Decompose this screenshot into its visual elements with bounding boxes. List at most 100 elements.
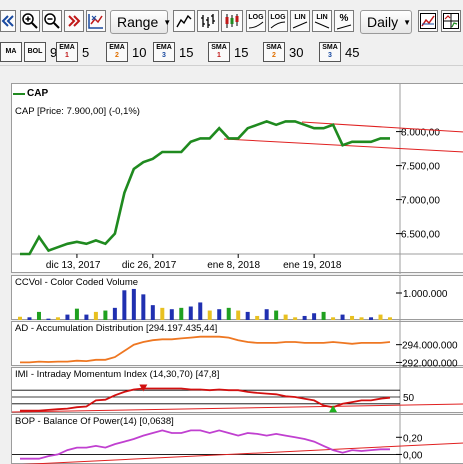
bop-panel[interactable]: 0,20 0,00 BOP - Balance Of Power(14) [0,0… [11,414,463,464]
volume-bar [331,317,336,320]
chart-window: Range ▼ LOG LOG LIN LIN % Daily ▼ MA BOL… [0,0,463,464]
volume-bar [245,311,250,320]
period-dropdown[interactable]: Daily ▼ [360,10,412,34]
vol-y-tick-label: 1.000.000 [403,289,448,300]
ccvol-panel[interactable]: 1.000.000 CCVol - Color Coded Volume [11,275,463,321]
log-scale-alt-button[interactable]: LOG [268,10,288,32]
price-y-tick-label: 6.500,00 [401,230,440,241]
price-series-line [20,120,390,256]
indicator-code: EMA [59,44,75,51]
percent-scale-icon [336,24,352,29]
indicator-bol[interactable]: BOL 9 [24,41,57,63]
legend-swatch [13,92,25,95]
ohlc-bars-icon [201,14,215,28]
volume-bar [131,288,136,320]
zoom-out-button[interactable] [42,10,62,32]
volume-bar [198,302,203,320]
double-chevron-right-icon [68,15,81,27]
indicator-code: EMA [109,44,125,51]
chart-settings-icon [420,13,436,29]
volume-bar [378,314,383,320]
volume-bar [340,314,345,320]
ad-panel[interactable]: 294.000.000 292.000.000 AD - Accumulation… [11,321,463,367]
volume-bar [150,305,155,320]
double-chevron-left-icon [1,15,14,27]
indicator-period: 5 [82,44,90,60]
imi-trend-line [12,403,463,413]
volume-bar [236,310,241,320]
volume-bar [302,315,307,320]
indicator-button[interactable]: MA [0,42,22,62]
imi-y-tick-label: 50 [403,393,415,404]
bar-chart-button[interactable] [197,10,219,32]
chart-legend: CAP [13,88,48,99]
indicator-ema2[interactable]: EMA 2 10 [106,41,146,63]
log-scale-button[interactable]: LOG [246,10,266,32]
price-x-tick-label: dic 26, 2017 [122,260,177,271]
volume-bar [84,314,89,320]
price-x-tick-label: ene 19, 2018 [283,260,342,271]
log-scale-icon [248,21,264,28]
chart-settings-button[interactable] [418,10,438,32]
range-dropdown-label: Range [117,14,159,30]
indicator-sub: 1 [65,52,69,59]
linear-scale-alt-button[interactable]: LIN [312,10,332,32]
fit-chart-button[interactable] [86,10,106,32]
indicator-button[interactable]: EMA 3 [153,42,175,62]
volume-bar [18,316,22,320]
bop-y-tick-label: 0,20 [403,433,423,444]
linear-scale-button[interactable]: LIN [290,10,310,32]
volume-bar [369,317,374,320]
candlestick-button[interactable] [221,10,243,32]
bop-panel-title: BOP - Balance Of Power(14) [0,0638] [15,416,176,427]
indicator-sub: 1 [217,52,221,59]
range-dropdown[interactable]: Range ▼ [110,10,172,34]
imi-panel[interactable]: 50 IMI - Intraday Momentum Index (14,30,… [11,367,463,414]
volume-bar [179,307,184,320]
volume-bar [55,317,60,320]
volume-bar [74,308,79,320]
scroll-start-button[interactable] [0,10,16,32]
ad-series-line [20,335,391,364]
period-dropdown-label: Daily [367,14,399,30]
indicator-period: 15 [234,44,249,60]
indicator-code: BOL [27,48,43,55]
volume-bar [112,307,117,320]
indicator-button[interactable]: BOL [24,42,46,62]
zoom-in-button[interactable] [20,10,40,32]
volume-bar [46,318,51,320]
percent-scale-button[interactable]: % [334,10,354,32]
indicator-sma3[interactable]: SMA 3 45 [319,41,359,63]
price-panel[interactable]: 8.000,00 7.500,00 7.000,00 6.500,00 dic 13, … [11,83,463,274]
indicator-button[interactable]: SMA 2 [263,42,285,62]
volume-bar [283,314,288,320]
fit-chart-icon [88,14,103,29]
indicator-ema1[interactable]: EMA 1 5 [56,41,89,63]
indicator-code: EMA [156,44,172,51]
bop-y-tick-label: 0,00 [403,450,423,461]
bop-trend-line [22,442,463,464]
log-scale-alt-label: LOG [270,13,286,21]
ad-y-tick-label: 294.000.000 [402,341,458,352]
volume-bar [321,311,326,320]
indicator-ema3[interactable]: EMA 3 15 [153,41,193,63]
indicator-button[interactable]: EMA 2 [106,42,128,62]
legend-label: CAP [27,88,49,99]
line-chart-button[interactable] [173,10,195,32]
price-y-tick-label: 7.000,00 [401,196,440,207]
zoom-in-icon [22,13,38,29]
volume-bar [103,310,108,320]
scroll-end-button[interactable] [64,10,84,32]
indicator-sma2[interactable]: SMA 2 30 [263,41,303,63]
volume-bar [36,311,41,320]
volume-bar [226,307,231,320]
indicator-settings-button[interactable] [441,10,461,32]
log-scale-alt-icon [270,21,286,28]
price-panel-title: CAP [Price: 7.900,00] (-0,1%) [15,106,142,117]
indicator-button[interactable]: SMA 3 [319,42,341,62]
volume-bar [293,317,298,320]
indicator-sma1[interactable]: SMA 1 15 [208,41,248,63]
caret-down-icon: ▼ [163,17,172,27]
indicator-button[interactable]: SMA 1 [208,42,230,62]
indicator-button[interactable]: EMA 1 [56,42,78,62]
